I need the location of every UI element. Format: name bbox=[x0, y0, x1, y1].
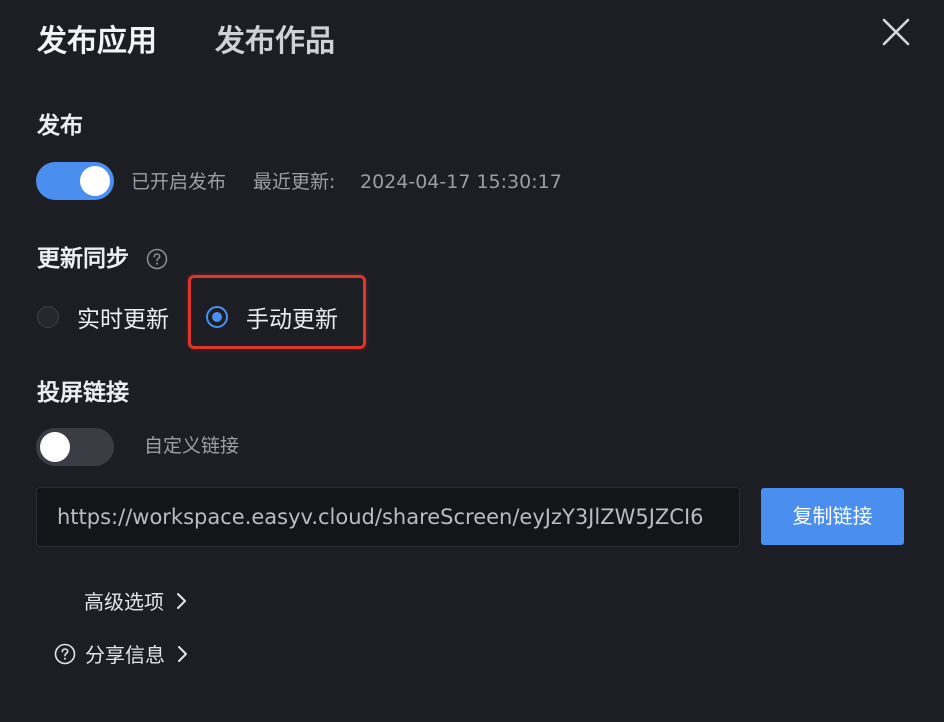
publish-dialog: 发布应用 发布作品 发布 已开启发布 最近更新: 2024-04-17 15:3… bbox=[0, 0, 944, 722]
last-update-label: 最近更新: bbox=[253, 171, 336, 193]
toggle-knob bbox=[80, 166, 110, 196]
advanced-options-link[interactable]: 高级选项 bbox=[84, 586, 188, 615]
publish-toggle[interactable] bbox=[36, 162, 114, 200]
share-url-field[interactable]: https://workspace.easyv.cloud/shareScree… bbox=[36, 487, 740, 547]
close-icon bbox=[882, 18, 910, 46]
radio-unchecked-icon bbox=[37, 306, 59, 328]
radio-manual-update[interactable]: 手动更新 bbox=[206, 300, 338, 334]
sync-section-title: 更新同步 bbox=[37, 246, 129, 272]
screen-link-section-title: 投屏链接 bbox=[37, 380, 129, 406]
toggle-knob bbox=[40, 432, 70, 462]
share-info-label: 分享信息 bbox=[85, 643, 165, 667]
radio-label: 手动更新 bbox=[246, 307, 338, 333]
share-info-link[interactable]: 分享信息 bbox=[54, 639, 189, 668]
question-circle-icon bbox=[54, 643, 76, 664]
radio-label: 实时更新 bbox=[77, 307, 169, 333]
last-update-time: 2024-04-17 15:30:17 bbox=[360, 171, 562, 193]
radio-checked-icon bbox=[206, 306, 228, 328]
close-button[interactable] bbox=[880, 16, 912, 48]
custom-link-label: 自定义链接 bbox=[144, 435, 240, 457]
publish-status-text: 已开启发布 bbox=[131, 171, 227, 193]
custom-link-toggle[interactable] bbox=[36, 428, 114, 466]
help-icon[interactable] bbox=[146, 248, 168, 270]
copy-link-button[interactable]: 复制链接 bbox=[761, 488, 904, 545]
tab-publish-work[interactable]: 发布作品 bbox=[215, 20, 335, 64]
tab-publish-app[interactable]: 发布应用 bbox=[37, 20, 157, 64]
publish-section-title: 发布 bbox=[37, 113, 83, 139]
radio-realtime-update[interactable]: 实时更新 bbox=[37, 300, 169, 334]
chevron-right-icon bbox=[178, 645, 187, 662]
chevron-right-icon bbox=[177, 592, 186, 609]
advanced-options-label: 高级选项 bbox=[84, 590, 164, 614]
tab-bar: 发布应用 发布作品 bbox=[37, 20, 335, 64]
